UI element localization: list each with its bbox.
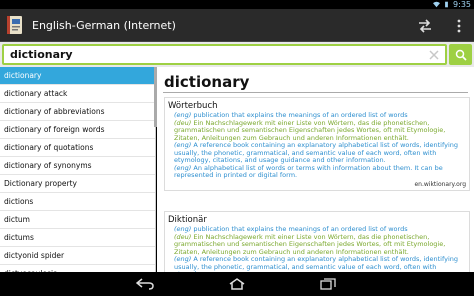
definition-text: A reference book containing an explanato… xyxy=(174,141,459,164)
wifi-icon xyxy=(433,1,441,8)
recent-apps-button[interactable] xyxy=(318,276,338,292)
search-icon xyxy=(455,49,467,61)
definition: (eng) A reference book containing an exp… xyxy=(165,255,469,272)
translation-card: Wörterbuch (eng) publication that explai… xyxy=(164,97,470,191)
definition: (deu) Ein Nachschlagewerk mit einer List… xyxy=(165,232,469,257)
action-bar: English-German (Internet) xyxy=(0,9,474,42)
list-item[interactable]: dictionary of quotations xyxy=(0,139,155,157)
list-item[interactable]: dictums xyxy=(0,229,155,247)
detail-pane: dictionary Wörterbuch (eng) publication … xyxy=(157,67,474,272)
headword: dictionary xyxy=(164,73,250,91)
search-field[interactable]: dictionary xyxy=(2,44,447,65)
list-item[interactable]: dictionary of synonyms xyxy=(0,157,155,175)
list-item[interactable]: dictionary attack xyxy=(0,85,155,103)
list-item[interactable]: Dictionary property xyxy=(0,175,155,193)
clear-x-icon[interactable] xyxy=(427,48,441,62)
overflow-menu-icon xyxy=(457,19,461,33)
back-button[interactable] xyxy=(135,276,155,292)
definition-text: Ein Nachschlagewerk mit einer Liste von … xyxy=(174,118,446,142)
word-list: dictionary dictionary attack dictionary … xyxy=(0,67,156,272)
back-icon xyxy=(136,278,154,290)
definition: (eng) A reference book containing an exp… xyxy=(165,141,469,165)
status-bar: 9:35 xyxy=(0,0,474,9)
list-item[interactable]: dictionary xyxy=(0,67,155,85)
headword-divider xyxy=(163,92,468,93)
swap-direction-button[interactable] xyxy=(414,15,436,37)
status-indicators: 9:35 xyxy=(433,0,471,9)
recent-apps-icon xyxy=(320,278,336,290)
list-item[interactable]: dictyonid spider xyxy=(0,247,155,265)
definition: (eng) An alphabetical list of words or t… xyxy=(165,163,469,180)
definition-text: A reference book containing an explanato… xyxy=(174,255,459,272)
search-button[interactable] xyxy=(449,44,472,65)
list-item[interactable]: dictionary of foreign words xyxy=(0,121,155,139)
definition: (deu) Ein Nachschlagewerk mit einer List… xyxy=(165,118,469,143)
swap-direction-icon xyxy=(419,19,431,33)
list-item[interactable]: dictyocaulosis xyxy=(0,265,155,272)
translation-card: Diktionär (eng) publication that explain… xyxy=(164,211,470,272)
search-row: dictionary xyxy=(0,42,474,67)
list-item[interactable]: dictionary of abbreviations xyxy=(0,103,155,121)
definition-text: Ein Nachschlagewerk mit einer Liste von … xyxy=(174,232,446,256)
translation-word[interactable]: Diktionär xyxy=(165,212,469,226)
battery-icon xyxy=(445,1,448,8)
translation-word[interactable]: Wörterbuch xyxy=(165,98,469,112)
dictionary-book-icon xyxy=(7,16,22,34)
home-icon xyxy=(229,278,245,290)
list-item[interactable]: dictum xyxy=(0,211,155,229)
navigation-bar xyxy=(0,272,474,296)
search-input[interactable]: dictionary xyxy=(10,46,73,63)
list-item[interactable]: dictions xyxy=(0,193,155,211)
status-time: 9:35 xyxy=(453,0,471,9)
home-button[interactable] xyxy=(227,276,247,292)
app-title: English-German (Internet) xyxy=(32,19,176,32)
overflow-menu-button[interactable] xyxy=(452,15,466,37)
source-link[interactable]: en.wiktionary.org xyxy=(165,180,469,190)
definition-text: An alphabetical list of words or terms w… xyxy=(174,163,443,179)
